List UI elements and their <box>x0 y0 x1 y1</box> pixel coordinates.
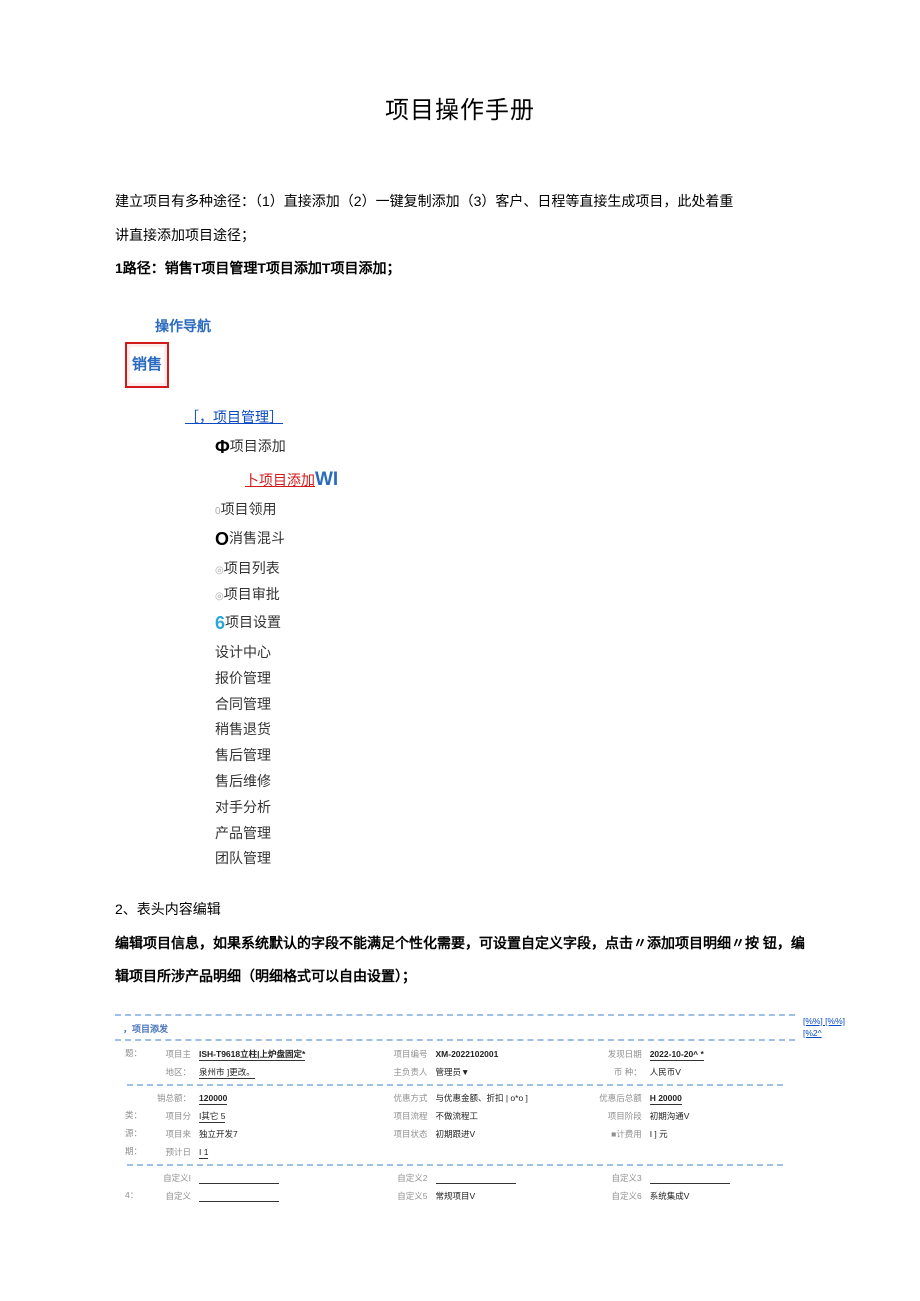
tree-project-mgmt[interactable]: ［，项目管理］ <box>185 409 283 425</box>
f-lab: 自定义6 <box>593 1187 646 1205</box>
custom-2-input[interactable] <box>436 1173 516 1184</box>
nav-tree: ［，项目管理］ Φ项目添加 卜项目添加WI 0项目领用 O消售混斗 ◎项目列表 … <box>185 406 805 871</box>
f-lab: 项目分 <box>142 1107 195 1125</box>
form-top-links[interactable]: [%%] [%%] [%2^ <box>803 1016 845 1040</box>
region-input[interactable]: 泉州市 ]更改。 <box>199 1067 255 1079</box>
form-side-1: 题： <box>123 1045 142 1081</box>
discover-date-input[interactable]: 2022-10-20^ * <box>650 1049 704 1061</box>
f-lab: 项目编号 <box>379 1045 432 1063</box>
owner-select[interactable]: 管理员▼ <box>436 1067 470 1077</box>
f-lab: 币 种： <box>593 1063 646 1081</box>
f-lab: 项目阶段 <box>593 1107 646 1125</box>
page-title: 项目操作手册 <box>115 90 805 125</box>
tree-project-receive[interactable]: 项目领用 <box>221 501 277 517</box>
tree-sales-return[interactable]: 稍售退货 <box>215 718 805 742</box>
form-side-3: 源： <box>123 1125 142 1143</box>
f-lab: ■计费用 <box>593 1125 646 1143</box>
f-lab: 自定义5 <box>379 1187 432 1205</box>
tree-competitor[interactable]: 对手分析 <box>215 796 805 820</box>
f-lab: 优惠方式 <box>379 1089 432 1107</box>
tree-quote-mgmt[interactable]: 报价管理 <box>215 667 805 691</box>
f-lab: 销总额： <box>142 1089 195 1107</box>
est-date-input[interactable]: I 1 <box>199 1147 208 1159</box>
f-lab: 预计日 <box>142 1143 195 1161</box>
form-table: 题： 项目主 ISH-T9618立柱|上炉盘固定* 项目编号 XM-202210… <box>123 1045 787 1205</box>
f-lab: 项目状态 <box>379 1125 432 1143</box>
form-side-2: 类： <box>123 1107 142 1125</box>
f-lab: 自定义I <box>142 1169 195 1187</box>
custom-4-input[interactable] <box>199 1191 279 1202</box>
f-lab: 自定义 <box>142 1187 195 1205</box>
nav-heading: 操作导航 <box>155 316 805 336</box>
bullet-icon: ◎ <box>215 591 224 602</box>
custom-1-input[interactable] <box>199 1173 279 1184</box>
tree-project-add-sub[interactable]: 卜项目添加 <box>245 472 315 488</box>
bullet-icon: ◎ <box>215 565 224 576</box>
est-cost-input[interactable]: I ] 元 <box>650 1129 668 1139</box>
tree-project-setting[interactable]: 项目设置 <box>225 614 281 630</box>
currency-select[interactable]: 人民币V <box>650 1067 681 1077</box>
tree-project-list[interactable]: 项目列表 <box>224 560 280 576</box>
f-lab: 地区： <box>142 1063 195 1081</box>
wi-icon: WI <box>315 469 338 490</box>
custom-6-select[interactable]: 系统集成V <box>650 1191 690 1201</box>
f-lab: 自定义3 <box>593 1169 646 1187</box>
tree-aftersales-repair[interactable]: 售后维修 <box>215 770 805 794</box>
tree-contract-mgmt[interactable]: 合同管理 <box>215 693 805 717</box>
project-source-select[interactable]: 独立开发7 <box>199 1129 238 1139</box>
form-screenshot: [%%] [%%] [%2^ ，项目添发 题： 项目主 ISH-T9618立柱|… <box>115 1014 805 1213</box>
intro-line-1: 建立项目有多种途径：（1）直接添加（2）一键复制添加（3）客户、日程等直接生成项… <box>115 185 805 219</box>
step-1-path: 1路径：销售T项目管理T项目添加T项目添加； <box>115 252 805 286</box>
f-lab: 项目来 <box>142 1125 195 1143</box>
f-lab: 项目主 <box>142 1045 195 1063</box>
form-link-1[interactable]: [%%] [%%] <box>803 1016 845 1026</box>
bullet-icon: O <box>215 529 229 549</box>
discount-mode[interactable]: 与优惠金额、折扣 | o*o ] <box>436 1093 528 1103</box>
tree-team-mgmt[interactable]: 团队管理 <box>215 847 805 871</box>
project-flow-select[interactable]: 不做流程工 <box>436 1111 479 1121</box>
project-code: XM-2022102001 <box>436 1049 499 1059</box>
tree-sales-funnel[interactable]: 消售混斗 <box>229 530 285 546</box>
tree-product-mgmt[interactable]: 产品管理 <box>215 822 805 846</box>
f-lab: 自定义2 <box>379 1169 432 1187</box>
sales-tab-label: 销售 <box>132 356 162 374</box>
project-category-select[interactable]: I其它 5 <box>199 1111 225 1123</box>
intro-line-2: 讲直接添加项目途径； <box>115 219 805 253</box>
tree-project-approve[interactable]: 项目审批 <box>224 586 280 602</box>
form-side-4: 期： <box>123 1143 142 1161</box>
project-name-input[interactable]: ISH-T9618立柱|上炉盘固定* <box>199 1049 305 1061</box>
form-header: ，项目添发 <box>115 1016 795 1039</box>
f-lab: 项目流程 <box>379 1107 432 1125</box>
form-link-2[interactable]: [%2^ <box>803 1028 822 1038</box>
f-lab: 发现日期 <box>593 1045 646 1063</box>
custom-3-input[interactable] <box>650 1173 730 1184</box>
tree-aftersales-mgmt[interactable]: 售后管理 <box>215 744 805 768</box>
total-sales-input[interactable]: 120000 <box>199 1093 227 1105</box>
project-status-select[interactable]: 初期跟进V <box>436 1129 476 1139</box>
sales-tab[interactable]: 销售 <box>125 342 169 388</box>
tree-design-center[interactable]: 设计中心 <box>215 641 805 665</box>
project-stage-select[interactable]: 初期沟通V <box>650 1111 690 1121</box>
bullet-icon: 6 <box>215 613 225 633</box>
custom-5-select[interactable]: 常规项目V <box>436 1191 476 1201</box>
f-lab: 优惠后总额 <box>593 1089 646 1107</box>
step-2-body: 编辑项目信息，如果系统默认的字段不能满足个性化需要，可设置自定义字段，点击〃添加… <box>115 927 805 994</box>
form-side-5: 4： <box>123 1187 142 1205</box>
bullet-icon: Φ <box>215 437 230 457</box>
tree-project-add[interactable]: 项目添加 <box>230 438 286 454</box>
after-discount-input[interactable]: H 20000 <box>650 1093 682 1105</box>
f-lab: 主负责人 <box>379 1063 432 1081</box>
step-2-heading: 2、表头内容编辑 <box>115 893 805 927</box>
